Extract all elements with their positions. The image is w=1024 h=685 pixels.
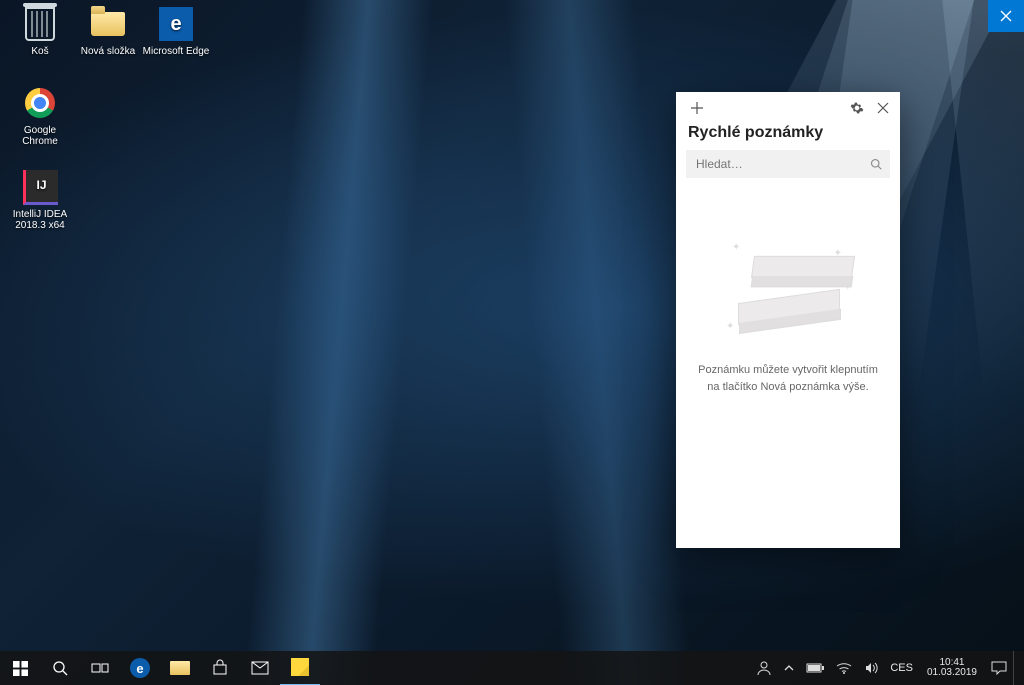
search-icon xyxy=(870,158,882,170)
desktop-icon-label: Microsoft Edge xyxy=(142,46,210,57)
tray-battery-button[interactable] xyxy=(800,651,830,685)
overlay-close-button[interactable] xyxy=(988,0,1024,32)
folder-icon xyxy=(88,4,128,44)
search-field-wrap[interactable] xyxy=(686,150,890,178)
search-icon xyxy=(52,660,68,676)
empty-state-message: Poznámku můžete vytvořit klepnutím na tl… xyxy=(680,362,896,395)
taskbar: e xyxy=(0,651,1024,685)
desktop-icon-intellij[interactable]: IJ IntelliJ IDEA 2018.3 x64 xyxy=(6,167,74,231)
folder-icon xyxy=(170,661,190,675)
taskbar-app-store[interactable] xyxy=(200,651,240,685)
chrome-icon xyxy=(20,83,60,123)
new-note-button[interactable] xyxy=(684,96,710,120)
taskbar-app-explorer[interactable] xyxy=(160,651,200,685)
wifi-icon xyxy=(836,662,852,674)
sticky-notes-icon xyxy=(291,658,309,676)
desktop-icon-label: Koš xyxy=(6,46,74,57)
sticky-notes-titlebar xyxy=(676,92,900,120)
mail-icon xyxy=(251,661,269,675)
chevron-up-icon xyxy=(784,663,794,673)
taskbar-app-mail[interactable] xyxy=(240,651,280,685)
volume-icon xyxy=(864,661,878,675)
store-icon xyxy=(211,659,229,677)
battery-icon xyxy=(806,663,824,673)
show-desktop-button[interactable] xyxy=(1013,651,1020,685)
action-center-icon xyxy=(991,661,1007,675)
close-window-button[interactable] xyxy=(870,96,896,120)
taskbar-app-edge[interactable]: e xyxy=(120,651,160,685)
desktop-icons: Koš Nová složka e Microsoft Edge Google … xyxy=(6,4,210,239)
sticky-notes-title: Rychlé poznámky xyxy=(676,120,900,150)
start-button[interactable] xyxy=(0,651,40,685)
task-view-icon xyxy=(91,661,109,675)
tray-action-center-button[interactable] xyxy=(985,651,1013,685)
close-icon xyxy=(1000,10,1012,22)
desktop-icon-recycle-bin[interactable]: Koš xyxy=(6,4,74,57)
desktop-icon-label: Google Chrome xyxy=(6,125,74,147)
desktop-icon-label: IntelliJ IDEA 2018.3 x64 xyxy=(6,209,74,231)
plus-icon xyxy=(690,101,704,115)
tray-ime-button[interactable]: CES xyxy=(884,651,919,685)
edge-icon: e xyxy=(156,4,196,44)
tray-date: 01.03.2019 xyxy=(927,668,977,679)
tray-wifi-button[interactable] xyxy=(830,651,858,685)
empty-state-illustration: ✦ ✦ ✦ ✦ xyxy=(728,234,848,334)
desktop-icon-label: Nová složka xyxy=(74,46,142,57)
tray-volume-button[interactable] xyxy=(858,651,884,685)
edge-icon: e xyxy=(130,658,150,678)
desktop-icon-chrome[interactable]: Google Chrome xyxy=(6,83,74,147)
people-icon xyxy=(756,660,772,676)
tray-people-button[interactable] xyxy=(750,651,778,685)
search-button[interactable] xyxy=(40,651,80,685)
tray-expand-button[interactable] xyxy=(778,651,800,685)
search-input[interactable] xyxy=(694,156,870,172)
windows-icon xyxy=(13,661,28,676)
taskbar-app-sticky-notes[interactable] xyxy=(280,650,320,685)
close-icon xyxy=(877,102,889,114)
empty-state: ✦ ✦ ✦ ✦ Poznámku můžete vytvořit klepnut… xyxy=(676,178,900,548)
sticky-notes-window[interactable]: Rychlé poznámky ✦ ✦ ✦ ✦ Poznámku můžete … xyxy=(676,92,900,548)
tray-ime-label: CES xyxy=(890,662,913,674)
gear-icon xyxy=(850,101,864,115)
task-view-button[interactable] xyxy=(80,651,120,685)
tray-clock[interactable]: 10:41 01.03.2019 xyxy=(919,651,985,685)
intellij-icon: IJ xyxy=(20,167,60,207)
desktop-icon-edge[interactable]: e Microsoft Edge xyxy=(142,4,210,57)
settings-button[interactable] xyxy=(844,96,870,120)
desktop-icon-new-folder[interactable]: Nová složka xyxy=(74,4,142,57)
recycle-bin-icon xyxy=(20,4,60,44)
